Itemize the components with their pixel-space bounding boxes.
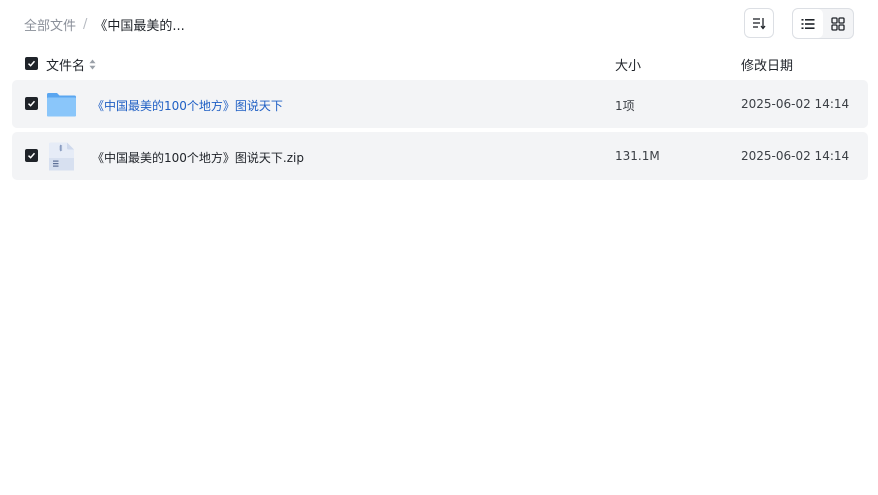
grid-view-button[interactable] [823, 9, 853, 38]
row-file-modified: 2025-06-02 14:14 [741, 97, 850, 111]
view-toggle [792, 8, 854, 39]
table-header: 文件名 大小 修改日期 [12, 50, 868, 78]
breadcrumb-root-link[interactable]: 全部文件 [24, 15, 76, 34]
breadcrumb: 全部文件 / 《中国最美的... [24, 14, 185, 34]
column-header-size: 大小 [615, 59, 642, 74]
sort-caret-icon[interactable] [89, 59, 96, 70]
zip-file-icon [49, 142, 74, 171]
column-header-name-label: 文件名 [46, 59, 86, 74]
list-view-icon [801, 18, 815, 29]
row-checkbox[interactable] [25, 149, 38, 162]
folder-icon [47, 93, 76, 117]
breadcrumb-current: 《中国最美的... [94, 18, 185, 34]
row-checkbox[interactable] [25, 97, 38, 110]
row-file-size: 131.1M [615, 149, 660, 163]
row-file-name[interactable]: 《中国最美的100个地方》图说天下 [92, 97, 283, 114]
row-file-name[interactable]: 《中国最美的100个地方》图说天下.zip [92, 149, 304, 166]
checkmark-icon [27, 152, 36, 159]
checkmark-icon [27, 60, 36, 67]
column-header-name[interactable]: 文件名 [46, 55, 96, 74]
table-row[interactable]: 《中国最美的100个地方》图说天下.zip 131.1M 2025-06-02 … [12, 132, 868, 180]
list-view-button[interactable] [793, 9, 823, 38]
file-browser-page: 全部文件 / 《中国最美的... 文件名 大小 修改日期 《中国最美的100个地… [0, 0, 878, 495]
top-bar: 全部文件 / 《中国最美的... [0, 0, 878, 48]
column-header-modified: 修改日期 [741, 59, 794, 74]
sort-lines-icon [753, 18, 766, 30]
grid-view-icon [831, 16, 845, 31]
table-row[interactable]: 《中国最美的100个地方》图说天下 1项 2025-06-02 14:14 [12, 80, 868, 128]
row-file-size: 1项 [615, 99, 635, 113]
checkmark-icon [27, 100, 36, 107]
breadcrumb-separator: / [83, 16, 88, 32]
row-file-modified: 2025-06-02 14:14 [741, 149, 850, 163]
sort-button[interactable] [744, 8, 774, 38]
select-all-checkbox[interactable] [25, 57, 38, 70]
